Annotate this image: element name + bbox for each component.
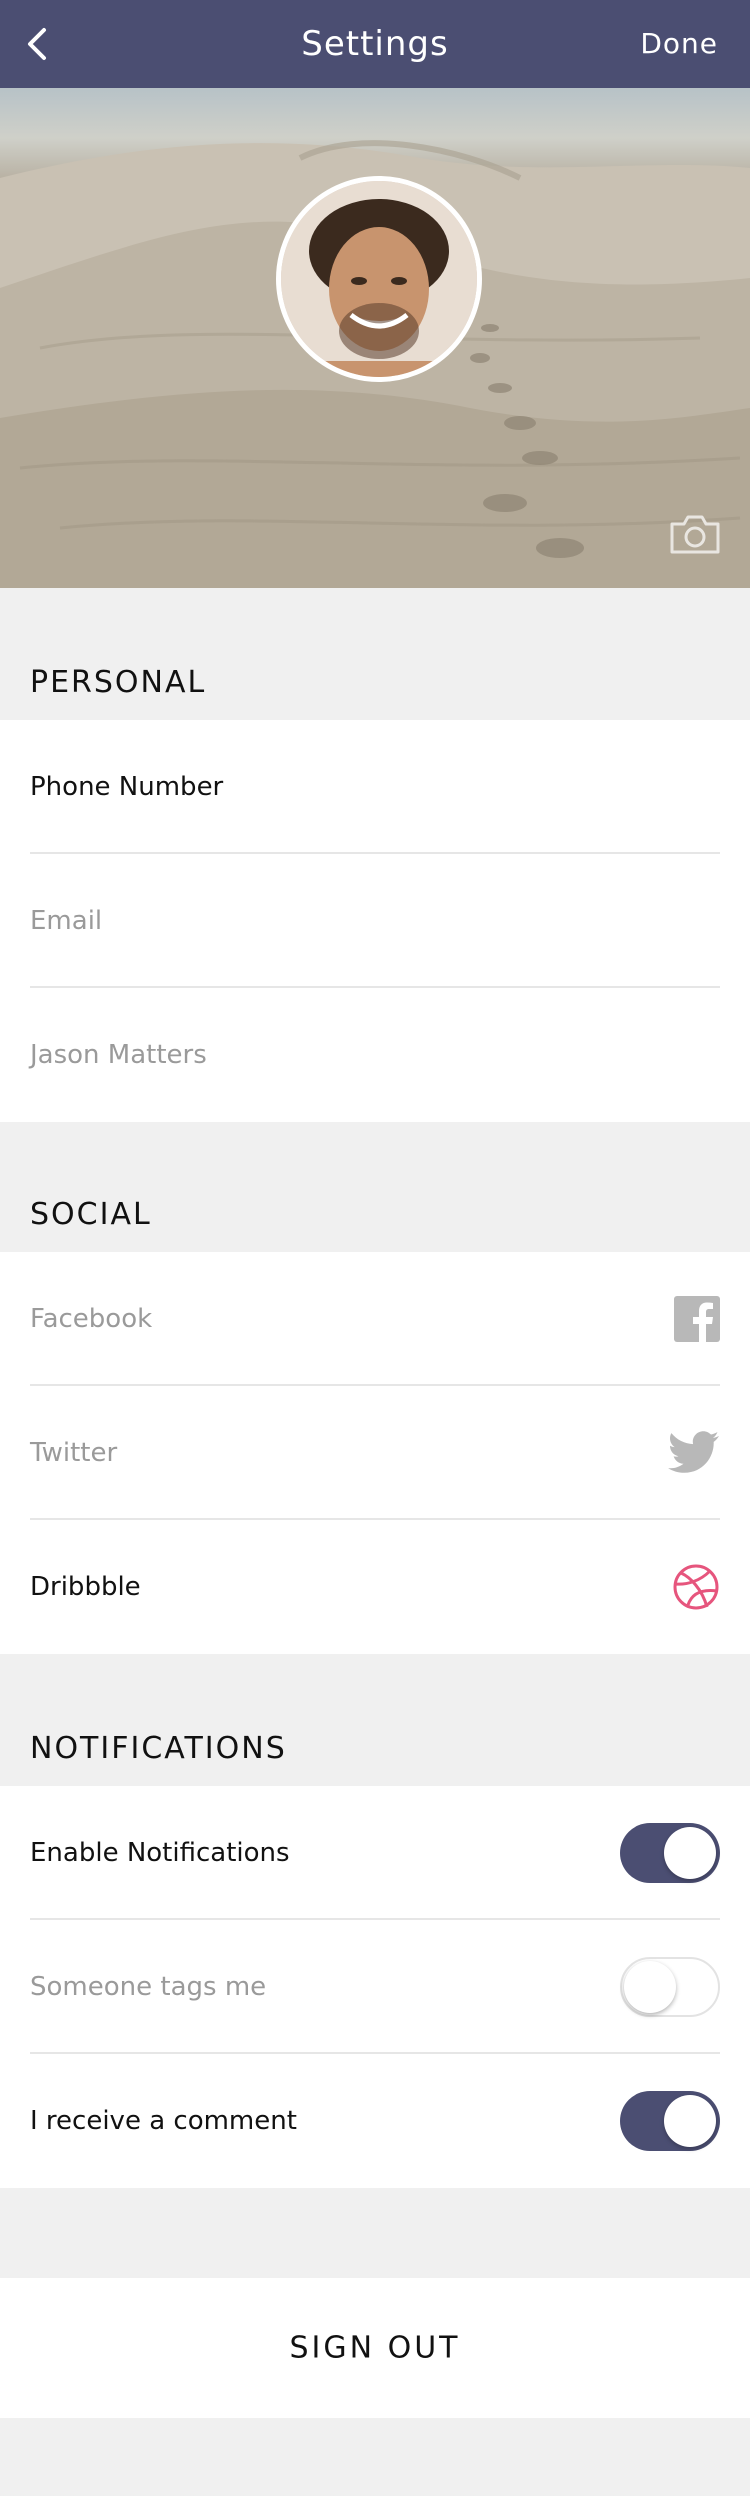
toggle-knob <box>664 1827 716 1879</box>
dribbble-icon[interactable] <box>672 1563 720 1611</box>
personal-section-header: PERSONAL <box>0 588 750 720</box>
name-value: Jason Matters <box>30 1040 207 1070</box>
dribbble-row[interactable]: Dribbble <box>0 1520 750 1654</box>
nav-bar: Settings Done <box>0 0 750 88</box>
receive-comment-label: I receive a comment <box>30 2106 297 2136</box>
facebook-label: Facebook <box>30 1304 153 1334</box>
dribbble-label: Dribbble <box>30 1572 141 1602</box>
avatar-portrait <box>281 181 477 377</box>
someone-tags-me-toggle[interactable] <box>620 1957 720 2017</box>
receive-comment-row: I receive a comment <box>0 2054 750 2188</box>
notifications-section-header: NOTIFICATIONS <box>0 1654 750 1786</box>
facebook-row[interactable]: Facebook <box>0 1252 750 1386</box>
camera-icon[interactable] <box>668 512 722 556</box>
done-button[interactable]: Done <box>640 27 718 60</box>
toggle-knob <box>664 2095 716 2147</box>
avatar[interactable] <box>276 176 482 382</box>
cover-photo[interactable] <box>0 88 750 588</box>
enable-notifications-toggle[interactable] <box>620 1823 720 1883</box>
page-title: Settings <box>301 24 449 64</box>
name-field[interactable]: Jason Matters <box>0 988 750 1122</box>
email-field[interactable]: Email <box>0 854 750 988</box>
phone-number-label: Phone Number <box>30 772 224 802</box>
someone-tags-me-label: Someone tags me <box>30 1972 267 2002</box>
enable-notifications-row: Enable Notifications <box>0 1786 750 1920</box>
receive-comment-toggle[interactable] <box>620 2091 720 2151</box>
sign-out-label: SIGN OUT <box>289 2330 461 2366</box>
email-placeholder: Email <box>30 906 103 936</box>
section-title: SOCIAL <box>30 1197 152 1232</box>
sign-out-button[interactable]: SIGN OUT <box>0 2278 750 2418</box>
social-section-header: SOCIAL <box>0 1120 750 1252</box>
enable-notifications-label: Enable Notifications <box>30 1838 290 1868</box>
twitter-icon[interactable] <box>666 1430 720 1476</box>
someone-tags-me-row: Someone tags me <box>0 1920 750 2054</box>
twitter-label: Twitter <box>30 1438 118 1468</box>
phone-number-field[interactable]: Phone Number <box>0 720 750 854</box>
section-title: NOTIFICATIONS <box>30 1731 287 1766</box>
section-title: PERSONAL <box>30 665 207 700</box>
facebook-icon[interactable] <box>674 1296 720 1342</box>
twitter-row[interactable]: Twitter <box>0 1386 750 1520</box>
toggle-knob <box>624 1961 676 2013</box>
